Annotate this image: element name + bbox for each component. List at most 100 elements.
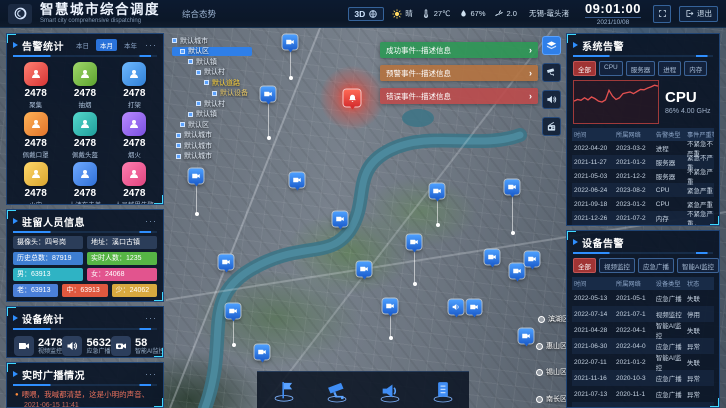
device-tool-button[interactable] (428, 376, 458, 406)
filter-tab[interactable]: 全部 (573, 61, 596, 76)
camera-marker[interactable] (189, 169, 204, 184)
alarm-stat-card[interactable]: 2478 佩戴口罩 (11, 112, 60, 159)
tree-item[interactable]: 默认城市 (172, 141, 252, 150)
tree-item[interactable]: 默认区 (172, 47, 252, 56)
event-toast[interactable]: 成功事件--描述信息 › (380, 42, 538, 58)
filter-tab[interactable]: 内存 (684, 61, 707, 76)
alarm-stat-card[interactable]: 2478 烟火 (110, 112, 159, 159)
camera-marker[interactable] (383, 299, 398, 314)
table-row[interactable]: 2021-07-13 2020-11-1 应急广播 异常 (572, 386, 714, 402)
tree-item[interactable]: 默认城市 (172, 36, 252, 45)
alarm-stat-card[interactable]: 2478 聚集 (11, 62, 60, 109)
tree-item[interactable]: 默认设备 (172, 89, 252, 98)
camera-marker[interactable] (505, 180, 520, 195)
more-menu-button[interactable]: ··· (145, 40, 157, 50)
alarm-stat-card[interactable]: 2478 打架 (110, 62, 159, 109)
event-toast[interactable]: 预警事件--描述信息 › (380, 65, 538, 81)
district-label[interactable]: 锡山区 (536, 367, 567, 377)
table-row[interactable]: 2021-05-03 2021-12-2 服务器 不紧急严重 (572, 169, 714, 183)
more-menu-button[interactable]: ··· (145, 313, 157, 323)
speaker-toggle-button[interactable] (542, 90, 561, 109)
camera-marker[interactable] (519, 329, 534, 344)
alert-marker[interactable] (344, 90, 361, 107)
camera-marker[interactable] (407, 235, 422, 250)
marker-pin (489, 264, 495, 268)
tree-item[interactable]: 默认镇 (172, 110, 252, 119)
camera-toggle-button[interactable] (542, 63, 561, 82)
filter-tab[interactable]: 服务器 (626, 61, 656, 76)
alarm-stat-card[interactable]: 2478 火灾 (11, 162, 60, 205)
camera-marker[interactable] (261, 87, 276, 102)
table-row[interactable]: 2021-06-30 2022-04-0 应急广播 异常 (572, 338, 714, 354)
device-stat-video[interactable]: 2478 视频监控 (14, 336, 62, 356)
filter-tab[interactable]: 智能AI监控 (677, 258, 719, 273)
tree-item[interactable]: 默认村 (172, 99, 252, 108)
table-row[interactable]: 2022-02-17 2020-11-2 视频监控 异常 (572, 402, 714, 408)
smart-city-dashboard: 滨湖区 惠山区 锡山区 南长区 默认城市 (0, 0, 726, 408)
radio-toggle-button[interactable] (542, 117, 561, 136)
fullscreen-button[interactable] (653, 5, 671, 23)
alarm-stat-card[interactable]: 2478 佩戴头盔 (60, 112, 109, 159)
alarm-stat-card[interactable]: 2478 人员越界告警 (110, 162, 159, 205)
camera-marker[interactable] (255, 345, 270, 360)
chevron-right-icon[interactable]: › (529, 45, 532, 55)
tree-item[interactable]: 默认道路 (172, 78, 252, 87)
more-menu-button[interactable]: ··· (145, 216, 157, 226)
tree-item[interactable]: 默认镇 (172, 57, 252, 66)
district-label[interactable]: 南长区 (536, 394, 567, 404)
nav-tab-overview[interactable]: 综合态势 (182, 8, 216, 20)
table-row[interactable]: 2022-06-24 2023-08-2 CPU 紧急严重 (572, 183, 714, 197)
alarm-stat-card[interactable]: 2478 抽烟 (60, 62, 109, 109)
table-row[interactable]: 2022-05-13 2021-05-1 应急广播 失联 (572, 290, 714, 306)
chevron-right-icon[interactable]: › (529, 91, 532, 101)
filter-tab[interactable]: 视频监控 (599, 258, 635, 273)
camera-marker[interactable] (430, 184, 445, 199)
mode-3d-button[interactable]: 3D (348, 7, 384, 21)
period-tab[interactable]: 本日 (72, 39, 93, 51)
filter-tab[interactable]: 应急广播 (638, 258, 674, 273)
video-camera-icon (519, 329, 534, 344)
more-menu-button[interactable]: ··· (145, 369, 157, 379)
period-tab[interactable]: 本年 (120, 39, 141, 51)
camera-marker[interactable] (485, 250, 500, 265)
district-label[interactable]: 滨湖区 (538, 314, 569, 324)
broadcast-tool-button[interactable] (375, 376, 405, 406)
table-row[interactable]: 2022-07-11 2021-01-2 智能AI监控 失联 (572, 354, 714, 370)
camera-marker[interactable] (357, 262, 372, 277)
period-tab[interactable]: 本月 (96, 39, 117, 51)
camera-marker[interactable] (510, 264, 525, 279)
camera-marker[interactable] (525, 252, 540, 267)
tree-item[interactable]: 默认城市 (172, 152, 252, 161)
tree-item[interactable]: 默认区 (172, 120, 252, 129)
video-camera-icon (261, 87, 276, 102)
district-label[interactable]: 惠山区 (536, 341, 567, 351)
tree-item[interactable]: 默认城市 (172, 131, 252, 140)
tree-item[interactable]: 默认村 (172, 68, 252, 77)
chevron-right-icon[interactable]: › (529, 68, 532, 78)
filter-tab[interactable]: 全部 (573, 258, 596, 273)
device-stat-broadcast[interactable]: 5632 应急广播 (62, 336, 110, 356)
event-toasts: 成功事件--描述信息 › 预警事件--描述信息 › 错误事件--描述信息 › (380, 42, 538, 104)
speaker-marker[interactable] (449, 300, 464, 315)
table-row[interactable]: 2022-07-14 2021-07-1 视频监控 停用 (572, 306, 714, 322)
event-toast[interactable]: 错误事件--描述信息 › (380, 88, 538, 104)
device-stat-ai[interactable]: 58 智能AI监控 (111, 336, 164, 356)
camera-marker[interactable] (333, 212, 348, 227)
alarm-stat-card[interactable]: 2478 土渣车未盖 (60, 162, 109, 205)
camera-marker[interactable] (467, 300, 482, 315)
filter-tab[interactable]: CPU (599, 61, 623, 76)
camera-marker[interactable] (226, 304, 241, 319)
table-row[interactable]: 2021-11-16 2020-10-3 应急广播 异常 (572, 370, 714, 386)
camera-marker[interactable] (219, 255, 234, 270)
camera-tool-button[interactable] (322, 376, 352, 406)
tree-node-icon (188, 112, 193, 117)
layers-toggle-button[interactable] (542, 36, 561, 55)
speaker-icon (62, 336, 82, 356)
camera-marker[interactable] (290, 173, 305, 188)
filter-tab[interactable]: 进程 (658, 61, 681, 76)
exit-button[interactable]: 退出 (679, 6, 718, 22)
table-row[interactable]: 2021-04-28 2022-04-1 智能AI监控 失联 (572, 322, 714, 338)
table-row[interactable]: 2021-01-01 2021-08-2 内存 紧急不严重 (572, 225, 714, 226)
camera-marker[interactable] (283, 35, 298, 50)
events-tool-button[interactable] (269, 376, 299, 406)
